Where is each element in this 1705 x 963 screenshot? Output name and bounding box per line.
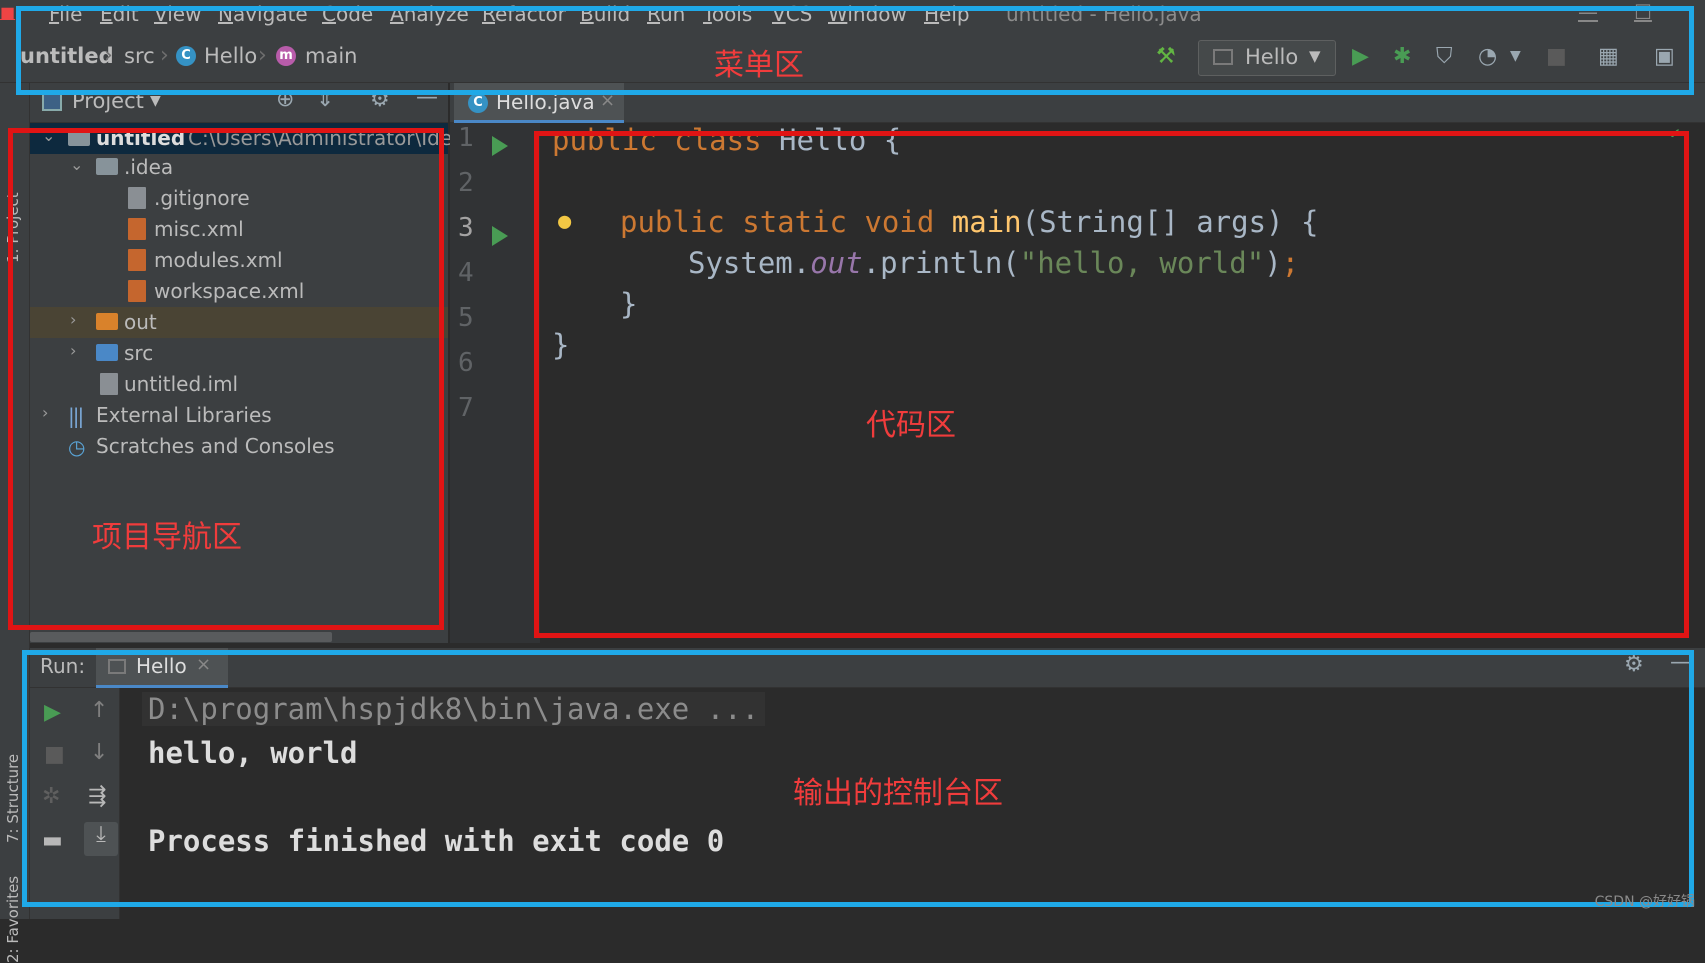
menu-area-highlight-box — [16, 6, 1694, 95]
run-gutter-icon[interactable] — [492, 226, 508, 246]
editor-gutter: 1 2 3 4 5 6 7 — [450, 123, 540, 643]
java-class-icon: C — [468, 93, 488, 113]
line-number: 5 — [458, 303, 474, 333]
code-area-highlight-box — [534, 131, 1689, 638]
line-number: 6 — [458, 348, 474, 378]
line-number: 2 — [458, 168, 474, 198]
menu-area-annotation: 菜单区 — [714, 48, 804, 83]
line-number: 7 — [458, 393, 474, 423]
tool-tab-structure[interactable]: 7: Structure — [4, 754, 22, 843]
app-logo-icon: ■ — [0, 3, 16, 22]
tool-tab-favorites[interactable]: 2: Favorites — [4, 876, 22, 963]
project-nav-annotation: 项目导航区 — [92, 520, 242, 555]
line-number: 3 — [458, 213, 474, 243]
horizontal-scrollbar[interactable] — [30, 632, 332, 642]
line-number: 4 — [458, 258, 474, 288]
project-icon — [42, 93, 62, 111]
line-number: 1 — [458, 123, 474, 153]
code-area-annotation: 代码区 — [866, 408, 956, 443]
caret-down-icon[interactable]: ▼ — [150, 93, 161, 109]
console-annotation: 输出的控制台区 — [793, 776, 1003, 811]
watermark: CSDN @好好锅 — [1594, 894, 1695, 910]
run-gutter-icon[interactable] — [492, 136, 508, 156]
